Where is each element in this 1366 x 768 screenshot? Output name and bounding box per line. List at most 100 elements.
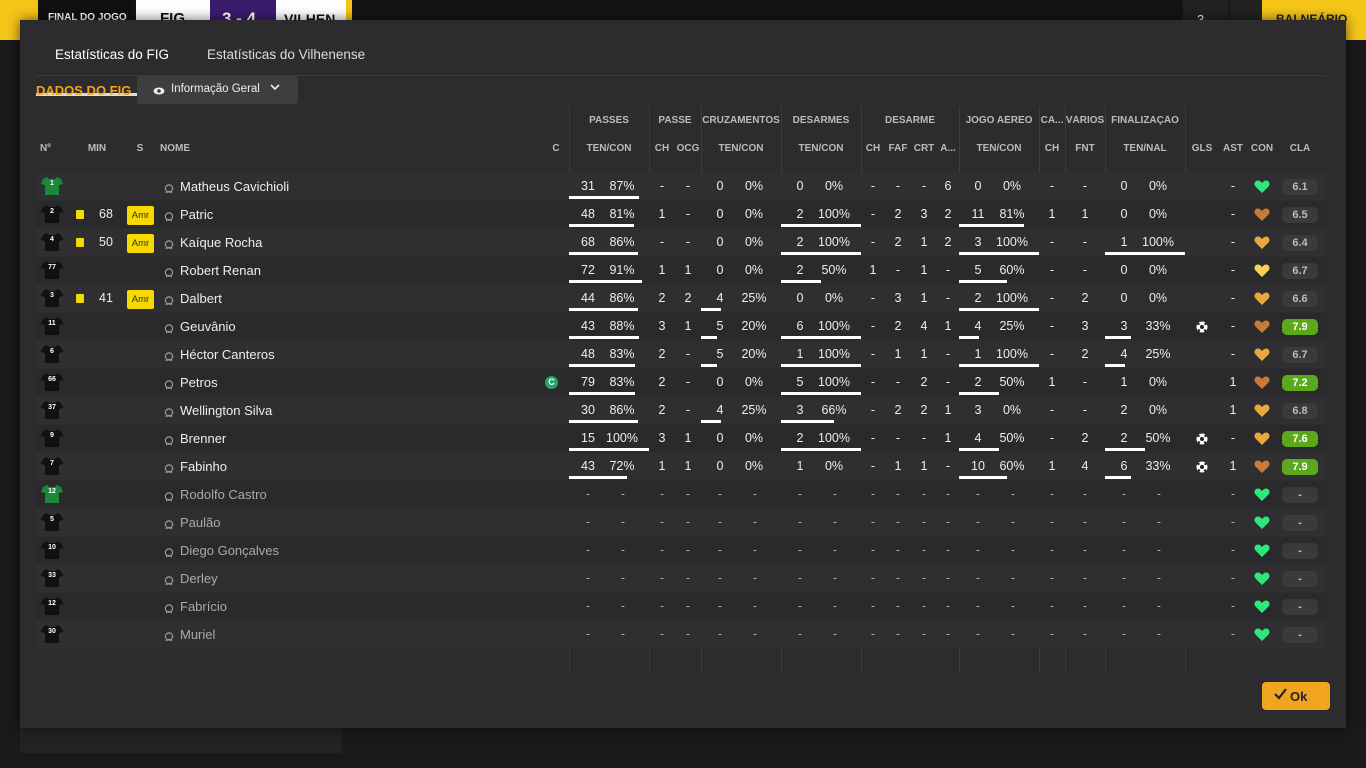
- shots-pct: 33%: [1145, 459, 1171, 473]
- tackles-bar: [781, 420, 834, 423]
- column-header: NOME: [160, 143, 190, 154]
- shots-tries: 2: [1120, 403, 1128, 417]
- empty-stat: -: [685, 487, 691, 501]
- player-name[interactable]: Fabrício: [180, 593, 480, 620]
- player-row[interactable]: 3 41 Amr Dalbert 44 86% 2 2 4 25% 0 0% -3 1-2 100% -2 0 0…: [36, 285, 1326, 312]
- group-header: DESARMES: [792, 115, 850, 126]
- player-name[interactable]: Wellington Silva: [180, 397, 480, 424]
- tackles-bar: [781, 392, 861, 395]
- empty-stat: -: [1156, 543, 1162, 557]
- empty-stat: -: [752, 515, 758, 529]
- player-row[interactable]: 33 Derley - - - - - - - - - - - - - - - - - - - -: [36, 565, 1326, 592]
- player-row[interactable]: 10 Diego Gonçalves - - - - - - - - - - - - - - - - - - - -: [36, 537, 1326, 564]
- cards-ch: -: [1049, 347, 1055, 361]
- rating-badge: 6.7: [1282, 347, 1318, 363]
- player-name[interactable]: Petros: [180, 369, 480, 396]
- substitution-badge: Amr: [127, 290, 154, 309]
- aerial-pct: 0%: [1002, 403, 1022, 417]
- yellow-card-icon: [76, 210, 84, 219]
- rating-badge: 6.1: [1282, 179, 1318, 195]
- shirt-number-icon: 1: [41, 176, 63, 196]
- passes-bar: [569, 364, 635, 367]
- pass-ch: -: [659, 179, 665, 193]
- player-name[interactable]: Diego Gonçalves: [180, 537, 480, 564]
- empty-stat: -: [585, 627, 591, 641]
- tackle-ch: -: [870, 403, 876, 417]
- player-name[interactable]: Brenner: [180, 425, 480, 452]
- player-row[interactable]: 12 Rodolfo Castro - - - - - - - - - - - - - - - - - - - -: [36, 481, 1326, 508]
- empty-stat: -: [659, 515, 665, 529]
- player-name[interactable]: Kaíque Rocha: [180, 229, 480, 256]
- rating-badge: -: [1282, 571, 1318, 587]
- rating-badge: 7.9: [1282, 319, 1318, 335]
- tackle-ch: -: [870, 179, 876, 193]
- player-row[interactable]: 4 50 Amr Kaíque Rocha 68 86% - -0 0% 2 100% -2 1 2 3 10…: [36, 229, 1326, 256]
- empty-stat: -: [620, 515, 626, 529]
- player-row[interactable]: 12 Fabrício - - - - - - - - - - - - - - - - - - - -: [36, 593, 1326, 620]
- crosses-pct: 20%: [741, 319, 767, 333]
- pass-ch: 2: [658, 291, 666, 305]
- player-row[interactable]: 2 68 Amr Patric 48 81% 1-0 0% 2 100% -2 3 2 11 81% 1 1 0 0…: [36, 201, 1326, 228]
- player-row[interactable]: 9 Brenner 15 100% 3 1 0 0% 2 100% - - -1 4 50% -2 2 50% -7…: [36, 425, 1326, 452]
- column-header: TEN/NAL: [1123, 143, 1167, 154]
- cards-ch: -: [1049, 403, 1055, 417]
- player-name[interactable]: Patric: [180, 201, 480, 228]
- player-row[interactable]: 6 Héctor Canteros 48 83% 2-5 20% 1 100% -1 1-1 100…: [36, 341, 1326, 368]
- empty-stat: -: [1049, 543, 1055, 557]
- condition-heart-icon: [1254, 431, 1270, 446]
- crosses-tries: 0: [716, 179, 724, 193]
- group-header: CA...: [1040, 115, 1064, 126]
- player-name[interactable]: Fabinho: [180, 453, 480, 480]
- empty-stat: -: [1082, 627, 1088, 641]
- aerial-pct: 25%: [999, 319, 1025, 333]
- various-fnt: 2: [1081, 347, 1089, 361]
- shirt-number-icon: 2: [41, 204, 63, 224]
- player-name[interactable]: Matheus Cavichioli: [180, 173, 480, 200]
- shirt-number: 2: [50, 208, 54, 215]
- player-row[interactable]: 11 Geuvânio 43 88% 3 1 5 20% 6 100% -2 4 1 4 25% -3 3 33%…: [36, 313, 1326, 340]
- shots-bar: [1105, 476, 1131, 479]
- tackle-ch: -: [870, 431, 876, 445]
- player-row[interactable]: 5 Paulão - - - - - - - - - - - - - - - - - - - -: [36, 509, 1326, 536]
- player-name[interactable]: Robert Renan: [180, 257, 480, 284]
- passes-bar: [569, 448, 649, 451]
- player-name[interactable]: Derley: [180, 565, 480, 592]
- passes-bar: [569, 336, 639, 339]
- shirt-number: 37: [48, 404, 56, 411]
- empty-stat: -: [1010, 627, 1016, 641]
- tackle-faf: 2: [894, 319, 902, 333]
- empty-stat: -: [895, 571, 901, 585]
- player-row[interactable]: 37 Wellington Silva 30 86% 2-4 25% 3 66% -2 2 1 3 0%…: [36, 397, 1326, 424]
- player-name[interactable]: Geuvânio: [180, 313, 480, 340]
- tackle-faf: 2: [894, 403, 902, 417]
- player-row[interactable]: 66 Petros C 79 83% 2-0 0% 5 100% - -2-2 50% 1-1 0% 1 7.…: [36, 369, 1326, 396]
- player-name[interactable]: Rodolfo Castro: [180, 481, 480, 508]
- view-select[interactable]: Informação Geral: [137, 76, 298, 104]
- stats-table: PASSES PASSE CRUZAMENTOS DESARMES DESARME JOG…: [36, 106, 1326, 673]
- tackle-a: -: [945, 347, 951, 361]
- pass-ch: 3: [658, 431, 666, 445]
- player-name[interactable]: Héctor Canteros: [180, 341, 480, 368]
- player-row[interactable]: 77 Robert Renan 72 91% 1 1 0 0% 2 50% 1-1-5 60% - -0 0…: [36, 257, 1326, 284]
- player-name[interactable]: Paulão: [180, 509, 480, 536]
- check-icon: [1274, 688, 1287, 703]
- crosses-pct: 0%: [744, 459, 764, 473]
- ok-button[interactable]: Ok: [1262, 682, 1330, 710]
- various-fnt: 1: [1081, 207, 1089, 221]
- crosses-pct: 0%: [744, 235, 764, 249]
- empty-stat: -: [717, 627, 723, 641]
- condition-heart-icon: [1254, 403, 1270, 418]
- player-name[interactable]: Dalbert: [180, 285, 480, 312]
- player-name[interactable]: Muriel: [180, 621, 480, 648]
- shots-pct: 0%: [1148, 403, 1168, 417]
- player-row[interactable]: 30 Muriel - - - - - - - - - - - - - - - - - - - -: [36, 621, 1326, 648]
- shirt-number: 12: [48, 488, 56, 495]
- empty-stat: -: [945, 571, 951, 585]
- goal-ball-icon: [1196, 432, 1208, 445]
- shirt-number-icon: 33: [41, 568, 63, 588]
- various-fnt: -: [1082, 375, 1088, 389]
- assists: -: [1230, 319, 1236, 333]
- player-row[interactable]: 7 Fabinho 43 72% 1 1 0 0% 1 0% -1 1-10 60% 1 4 6 33% 1 7.9: [36, 453, 1326, 480]
- empty-stat: -: [832, 543, 838, 557]
- player-row[interactable]: 1 Matheus Cavichioli 31 87% - -0 0% 0 0% - - -6 0 0% -…: [36, 173, 1326, 200]
